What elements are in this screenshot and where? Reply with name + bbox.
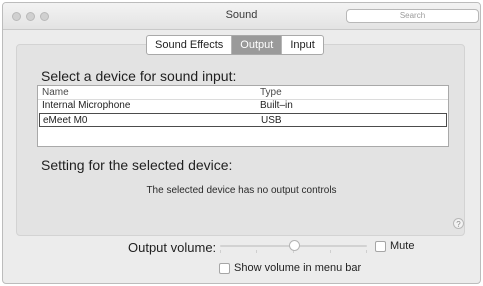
column-header-type[interactable]: Type: [260, 87, 282, 99]
input-device-table[interactable]: Name Type Internal Microphone Built–in e…: [37, 85, 449, 147]
slider-tick: [366, 250, 367, 253]
tab-output[interactable]: Output: [232, 36, 283, 54]
show-volume-checkbox[interactable]: [219, 263, 230, 274]
slider-tick: [330, 250, 331, 253]
tab-sound-effects[interactable]: Sound Effects: [147, 36, 233, 54]
tab-input[interactable]: Input: [282, 36, 322, 54]
help-button[interactable]: ?: [453, 218, 464, 229]
table-row[interactable]: Internal Microphone Built–in: [38, 100, 448, 112]
tab-bar: Sound Effects Output Input: [146, 35, 324, 55]
column-header-name[interactable]: Name: [42, 87, 69, 99]
table-row-selected[interactable]: eMeet M0 USB: [39, 113, 447, 127]
input-device-heading: Select a device for sound input:: [41, 68, 237, 84]
output-volume-label: Output volume:: [128, 240, 217, 255]
no-controls-message: The selected device has no output contro…: [146, 185, 337, 196]
mute-label: Mute: [390, 240, 415, 252]
slider-tick: [220, 250, 221, 253]
device-settings-heading: Setting for the selected device:: [41, 157, 233, 173]
title-bar: Sound Search: [3, 3, 480, 30]
device-type: Built–in: [260, 100, 293, 111]
slider-thumb[interactable]: [289, 240, 300, 251]
slider-tick: [256, 250, 257, 253]
table-header: Name Type: [38, 87, 448, 100]
device-type: USB: [261, 115, 282, 126]
mute-checkbox[interactable]: [375, 241, 386, 252]
output-volume-slider[interactable]: [220, 236, 367, 256]
show-volume-label: Show volume in menu bar: [234, 262, 362, 274]
device-name: Internal Microphone: [42, 100, 131, 111]
search-field[interactable]: Search: [346, 9, 479, 23]
device-name: eMeet M0: [43, 115, 88, 126]
